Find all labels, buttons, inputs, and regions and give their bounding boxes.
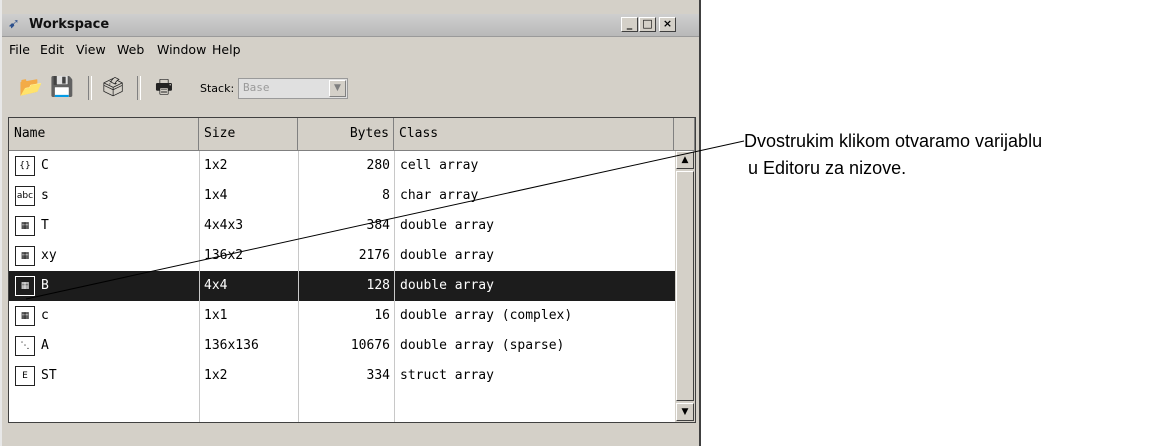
menu-view[interactable]: View	[76, 42, 106, 57]
column-header-name[interactable]: Name	[9, 118, 199, 151]
variable-size: 1x2	[204, 158, 228, 173]
print-icon[interactable]: 🖶	[152, 76, 176, 98]
close-button[interactable]: ×	[659, 17, 676, 32]
annotation-line-2: u Editoru za nizove.	[748, 158, 907, 178]
stack-label: Stack:	[200, 82, 235, 95]
maximize-button[interactable]: □	[639, 17, 656, 32]
stack-select[interactable]: Base ▼	[238, 78, 348, 99]
scroll-down-icon[interactable]: ▼	[676, 403, 694, 421]
toolbar-separator	[137, 76, 141, 100]
variable-bytes: 280	[366, 158, 390, 173]
workspace-icon: ➹	[8, 16, 20, 32]
column-divider	[199, 151, 200, 422]
import-data-icon[interactable]: 🗳	[101, 76, 125, 98]
variable-class: double array	[400, 278, 494, 293]
stack-value: Base	[243, 81, 270, 94]
annotation-callout: Dvostrukim klikom otvaramo varijablu u E…	[744, 128, 1042, 182]
scroll-up-icon[interactable]: ▲	[676, 151, 694, 169]
menu-file[interactable]: File	[9, 42, 30, 57]
menu-help[interactable]: Help	[212, 42, 241, 57]
numeric-array-icon: ▦	[15, 306, 35, 326]
variable-class: struct array	[400, 368, 494, 383]
menu-window[interactable]: Window	[157, 42, 206, 57]
variable-size: 136x2	[204, 248, 244, 263]
open-icon[interactable]: 📂	[19, 76, 43, 98]
sparse-array-icon: ⋱	[15, 336, 35, 356]
table-row[interactable]: E ST 1x2 334 struct array	[9, 361, 675, 391]
column-divider	[394, 151, 395, 422]
scrollbar-thumb[interactable]	[676, 171, 694, 401]
variable-bytes: 8	[382, 188, 390, 203]
variable-name: c	[41, 308, 49, 323]
variable-name: A	[41, 338, 49, 353]
column-divider	[298, 151, 299, 422]
variable-size: 4x4	[204, 278, 228, 293]
variable-bytes: 128	[366, 278, 390, 293]
variable-name: xy	[41, 248, 57, 263]
variable-size: 1x4	[204, 188, 228, 203]
cell-array-icon: {}	[15, 156, 35, 176]
minimize-button[interactable]: _	[621, 17, 638, 32]
header-filler	[674, 118, 695, 151]
variable-class: double array (sparse)	[400, 338, 565, 353]
variable-name: C	[41, 158, 49, 173]
vertical-scrollbar[interactable]: ▲ ▼	[675, 151, 695, 422]
table-row[interactable]: ▦ T 4x4x3 384 double array	[9, 211, 675, 241]
variable-bytes: 384	[366, 218, 390, 233]
variable-name: s	[41, 188, 49, 203]
title-bar[interactable]: ➹ Workspace _ □ ×	[2, 14, 699, 37]
variable-class: char array	[400, 188, 479, 203]
variable-bytes: 10676	[350, 338, 390, 353]
toolbar: 📂 💾 🗳 🖶 Stack: Base ▼	[2, 62, 699, 108]
variable-name: ST	[41, 368, 57, 383]
variable-size: 136x136	[204, 338, 259, 353]
table-row[interactable]: abc s 1x4 8 char array	[9, 181, 675, 211]
toolbar-separator	[88, 76, 92, 100]
annotation-line-1: Dvostrukim klikom otvaramo varijablu	[744, 131, 1043, 151]
variable-bytes: 16	[374, 308, 390, 323]
numeric-array-icon: ▦	[15, 246, 35, 266]
table-row[interactable]: ▦ c 1x1 16 double array (complex)	[9, 301, 675, 331]
column-header-size[interactable]: Size	[199, 118, 298, 151]
column-header-class[interactable]: Class	[394, 118, 674, 151]
column-header-bytes[interactable]: Bytes	[298, 118, 394, 151]
variable-bytes: 2176	[358, 248, 390, 263]
table-row[interactable]: ▦ xy 136x2 2176 double array	[9, 241, 675, 271]
numeric-array-icon: ▦	[15, 216, 35, 236]
variable-class: double array (complex)	[400, 308, 573, 323]
variable-name: B	[41, 278, 49, 293]
table-row[interactable]: ▦ B 4x4 128 double array	[9, 271, 675, 301]
menu-bar: File Edit View Web Window Help	[2, 37, 699, 61]
table-row[interactable]: ⋱ A 136x136 10676 double array (sparse)	[9, 331, 675, 361]
variable-size: 1x1	[204, 308, 228, 323]
chevron-down-icon[interactable]: ▼	[329, 80, 346, 97]
variable-size: 1x2	[204, 368, 228, 383]
menu-web[interactable]: Web	[117, 42, 144, 57]
menu-edit[interactable]: Edit	[40, 42, 64, 57]
numeric-array-icon: ▦	[15, 276, 35, 296]
variable-name: T	[41, 218, 49, 233]
window-title: Workspace	[29, 17, 110, 32]
variable-size: 4x4x3	[204, 218, 244, 233]
char-array-icon: abc	[15, 186, 35, 206]
variable-class: cell array	[400, 158, 479, 173]
struct-array-icon: E	[15, 366, 35, 386]
variable-class: double array	[400, 218, 494, 233]
table-row[interactable]: {} C 1x2 280 cell array	[9, 151, 675, 181]
variables-table: Name Size Bytes Class {} C 1x2 280 cell arra…	[8, 117, 696, 423]
variable-class: double array	[400, 248, 494, 263]
variable-bytes: 334	[366, 368, 390, 383]
status-bar	[2, 426, 699, 446]
save-icon[interactable]: 💾	[50, 76, 74, 98]
